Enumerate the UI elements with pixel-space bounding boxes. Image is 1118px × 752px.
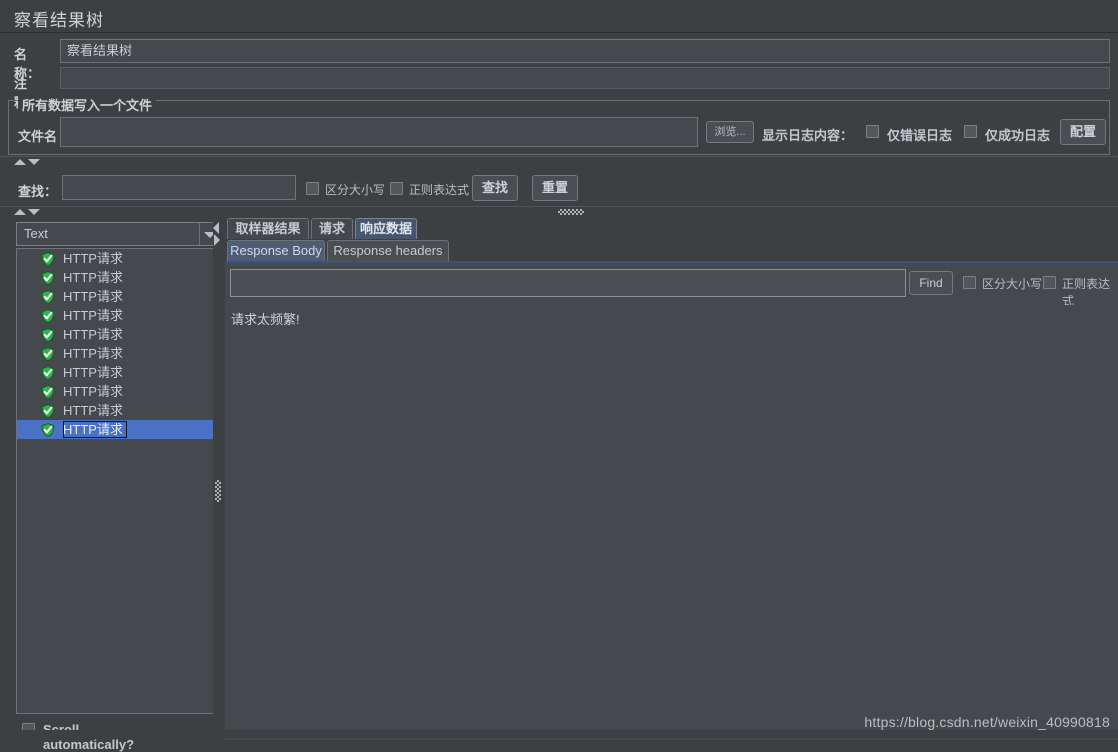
tree-row[interactable]: HTTP请求 <box>17 325 220 344</box>
success-shield-icon <box>41 252 55 267</box>
errors-only-label: 仅错误日志 <box>887 128 953 143</box>
vertical-splitter[interactable] <box>213 218 223 738</box>
search-find-button[interactable]: 查找 <box>472 175 518 201</box>
splitter-grip-icon[interactable] <box>558 209 584 215</box>
search-case-sensitive-label: 区分大小写 <box>325 183 386 197</box>
tree-row-label: HTTP请求 <box>63 251 123 266</box>
search-regex-label: 正则表达式 <box>409 183 470 197</box>
collapse-down-icon[interactable] <box>28 159 40 165</box>
tree-row[interactable]: HTTP请求 <box>17 363 220 382</box>
tree-row-label: HTTP请求 <box>63 346 123 361</box>
horizontal-splitter-top[interactable] <box>0 156 1118 168</box>
tree-row[interactable]: HTTP请求 <box>17 306 220 325</box>
result-detail-panel: 取样器结果 请求 响应数据 Response Body Response header… <box>223 218 1118 740</box>
response-body-viewer[interactable]: 请求太频繁! <box>225 305 1118 740</box>
browse-button[interactable]: 浏览... <box>706 121 754 143</box>
subtab-2[interactable]: Response headers <box>327 240 449 261</box>
search-reset-button[interactable]: 重置 <box>532 175 578 201</box>
tree-row[interactable]: HTTP请求 <box>17 382 220 401</box>
success-shield-icon <box>41 423 55 438</box>
watermark-text: https://blog.csdn.net/weixin_40990818 <box>864 714 1110 730</box>
success-shield-icon <box>41 404 55 419</box>
success-shield-icon <box>41 347 55 362</box>
tree-row-label: HTTP请求 <box>63 403 123 418</box>
search-case-sensitive-checkbox[interactable] <box>306 182 319 195</box>
tree-row[interactable]: HTTP请求 <box>17 401 220 420</box>
collapse-up-icon-2[interactable] <box>14 209 26 215</box>
search-label: 查找： <box>18 184 58 199</box>
tree-row[interactable]: HTTP请求 <box>17 268 220 287</box>
collapse-up-icon[interactable] <box>14 159 26 165</box>
response-pane: Find 区分大小写 正则表达式 请求太频繁! <box>225 261 1118 740</box>
collapse-left-icon[interactable] <box>213 222 219 234</box>
response-find-input[interactable] <box>230 269 906 297</box>
subtab-1[interactable]: Response Body <box>227 240 325 261</box>
log-display-label: 显示日志内容： <box>762 128 854 143</box>
results-tree[interactable]: HTTP请求 HTTP请求 HTTP请求 HTTP请求 HTTP请求 HTTP请求 HTTP… <box>16 248 221 714</box>
results-tree-panel: Text HTTP请求 HTTP请求 HTTP请求 HTTP请求 HTTP请求 HTTP请… <box>8 218 221 752</box>
configure-button[interactable]: 配置 <box>1060 119 1106 145</box>
response-regex-checkbox[interactable] <box>1043 276 1056 289</box>
response-body-text: 请求太频繁! <box>231 312 300 327</box>
response-case-sensitive-label: 区分大小写 <box>982 277 1043 291</box>
success-only-checkbox[interactable] <box>964 125 977 138</box>
filename-label: 文件名 <box>18 129 58 144</box>
success-shield-icon <box>41 290 55 305</box>
comment-input[interactable] <box>60 67 1110 89</box>
tree-row-label: HTTP请求 <box>63 289 123 304</box>
page-title: 察看结果树 <box>14 11 104 30</box>
tree-row[interactable]: HTTP请求 <box>17 287 220 306</box>
tree-row[interactable]: HTTP请求 <box>17 344 220 363</box>
tree-row-label: HTTP请求 <box>63 308 123 323</box>
errors-only-checkbox[interactable] <box>866 125 879 138</box>
success-shield-icon <box>41 366 55 381</box>
view-results-tree-window: 察看结果树 名称： 察看结果树 注释： 所有数据写入一个文件 文件名 浏览...… <box>0 0 1118 752</box>
success-shield-icon <box>41 385 55 400</box>
search-regex-checkbox[interactable] <box>390 182 403 195</box>
success-shield-icon <box>41 309 55 324</box>
vertical-splitter-grip-icon[interactable] <box>215 480 221 502</box>
window-titlebar: 察看结果树 <box>0 0 1118 33</box>
tab-1[interactable]: 取样器结果 <box>227 218 309 239</box>
success-shield-icon <box>41 328 55 343</box>
response-case-sensitive-checkbox[interactable] <box>963 276 976 289</box>
success-shield-icon <box>41 271 55 286</box>
tree-row-label: HTTP请求 <box>63 270 123 285</box>
tab-3[interactable]: 响应数据 <box>355 218 417 239</box>
filename-input[interactable] <box>60 117 698 147</box>
horizontal-splitter-middle[interactable] <box>0 206 1118 218</box>
name-input[interactable]: 察看结果树 <box>60 39 1110 63</box>
results-area: Text HTTP请求 HTTP请求 HTTP请求 HTTP请求 HTTP请求 HTTP请… <box>0 218 1118 752</box>
response-regex-label: 正则表达式 <box>1062 277 1111 308</box>
render-type-combo[interactable]: Text <box>16 222 221 246</box>
tree-row-focus-outline <box>63 421 127 438</box>
search-input[interactable] <box>62 175 296 200</box>
collapse-right-icon[interactable] <box>214 234 220 246</box>
bottom-strip <box>0 730 1118 738</box>
tree-row-label: HTTP请求 <box>63 365 123 380</box>
tree-row-label: HTTP请求 <box>63 327 123 342</box>
render-type-value: Text <box>24 226 48 241</box>
success-only-label: 仅成功日志 <box>985 128 1051 143</box>
search-row: 查找： 区分大小写 正则表达式 查找 重置 <box>0 172 1118 207</box>
tab-2[interactable]: 请求 <box>311 218 353 239</box>
collapse-down-icon-2[interactable] <box>28 209 40 215</box>
write-all-data-to-file-legend: 所有数据写入一个文件 <box>18 95 157 114</box>
response-find-button[interactable]: Find <box>909 271 953 295</box>
tree-row[interactable]: HTTP请求 <box>17 420 220 439</box>
tree-row[interactable]: HTTP请求 <box>17 249 220 268</box>
tree-row-label: HTTP请求 <box>63 384 123 399</box>
